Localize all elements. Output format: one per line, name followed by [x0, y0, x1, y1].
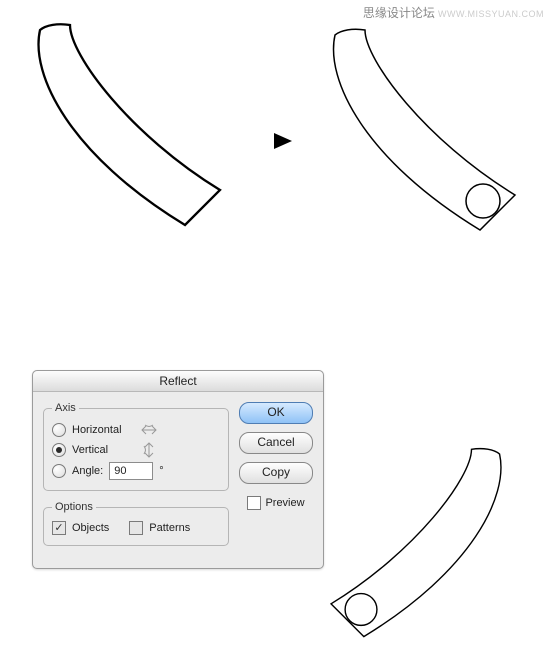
watermark-text: 思缘设计论坛: [363, 6, 435, 20]
preview-label: Preview: [265, 497, 304, 509]
shape-reflected: [305, 440, 535, 660]
shape-original: [10, 15, 240, 250]
copy-button[interactable]: Copy: [239, 462, 313, 484]
ok-button[interactable]: OK: [239, 402, 313, 424]
angle-radio[interactable]: [52, 464, 66, 478]
angle-input[interactable]: 90: [109, 462, 153, 480]
vertical-label: Vertical: [72, 444, 134, 456]
horizontal-axis-icon: [140, 422, 158, 438]
vertical-radio[interactable]: [52, 443, 66, 457]
watermark-url: WWW.MISSYUAN.COM: [438, 9, 544, 19]
degree-symbol: °: [159, 465, 163, 477]
horizontal-radio[interactable]: [52, 423, 66, 437]
vertical-axis-icon: [140, 442, 158, 458]
cancel-button[interactable]: Cancel: [239, 432, 313, 454]
patterns-checkbox[interactable]: [129, 521, 143, 535]
preview-checkbox[interactable]: [247, 496, 261, 510]
options-group: Options Objects Patterns: [43, 501, 229, 546]
patterns-label: Patterns: [149, 522, 190, 534]
angle-label: Angle:: [72, 465, 103, 477]
reflect-dialog: Reflect Axis Horizontal Vertical: [32, 370, 324, 569]
shape-with-hole: [305, 20, 535, 255]
dialog-title: Reflect: [33, 371, 323, 392]
horizontal-label: Horizontal: [72, 424, 134, 436]
axis-legend: Axis: [52, 402, 79, 414]
axis-group: Axis Horizontal Vertical: [43, 402, 229, 491]
objects-checkbox[interactable]: [52, 521, 66, 535]
source-watermark: 思缘设计论坛 WWW.MISSYUAN.COM: [363, 6, 544, 21]
arrow-icon: [272, 130, 294, 152]
objects-label: Objects: [72, 522, 109, 534]
options-legend: Options: [52, 501, 96, 513]
